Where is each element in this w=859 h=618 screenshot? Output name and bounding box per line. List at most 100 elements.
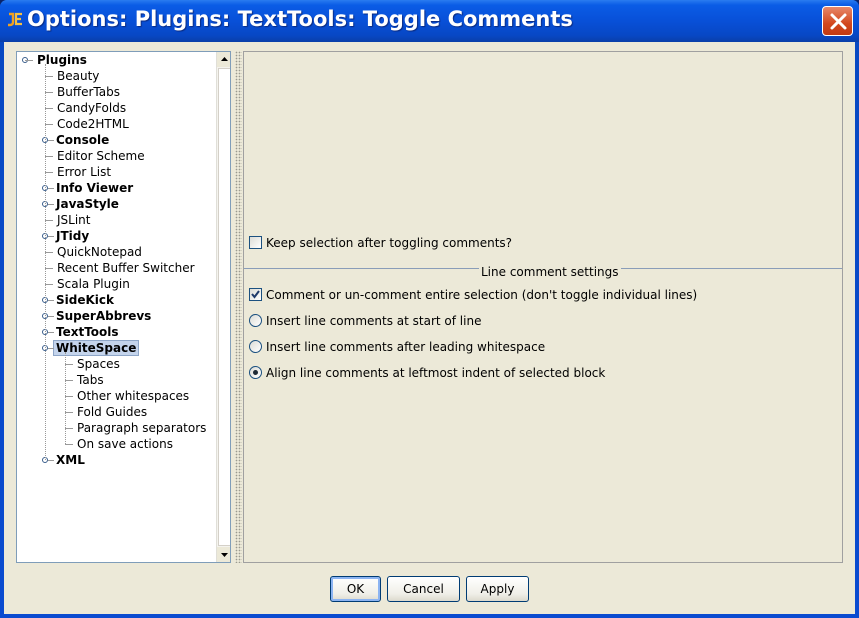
apply-button[interactable]: Apply bbox=[466, 576, 529, 602]
tree-node-label: Code2HTML bbox=[57, 117, 129, 131]
tree-connector bbox=[45, 220, 53, 221]
tree-node-label: Spaces bbox=[77, 357, 120, 371]
tree-connector bbox=[48, 460, 54, 461]
jedit-icon bbox=[8, 12, 22, 27]
tree-node-label: JTidy bbox=[56, 229, 90, 243]
arrow-up-icon bbox=[221, 57, 228, 61]
title-bar[interactable]: Options: Plugins: TextTools: Toggle Comm… bbox=[0, 0, 859, 42]
tree-node-label: Beauty bbox=[57, 69, 100, 83]
tree-connector bbox=[45, 92, 53, 93]
tree-node-label: Scala Plugin bbox=[57, 277, 130, 291]
tree-node-label: CandyFolds bbox=[57, 101, 127, 115]
tree-connector bbox=[65, 396, 73, 397]
tree-node-recent-buffer-switcher[interactable]: Recent Buffer Switcher bbox=[57, 260, 195, 276]
tree-connector bbox=[45, 108, 53, 109]
radio-start-of-line[interactable] bbox=[249, 314, 262, 327]
tree-trunk-line bbox=[45, 64, 46, 460]
tree-node-tabs[interactable]: Tabs bbox=[77, 372, 104, 388]
tree-node-sidekick[interactable]: SideKick bbox=[56, 292, 114, 308]
cancel-button[interactable]: Cancel bbox=[387, 576, 460, 602]
tree-node-fold-guides[interactable]: Fold Guides bbox=[77, 404, 147, 420]
tree-node-label: Recent Buffer Switcher bbox=[57, 261, 195, 275]
tree-node-code2html[interactable]: Code2HTML bbox=[57, 116, 129, 132]
tree-connector bbox=[48, 236, 54, 237]
tree-node-spaces[interactable]: Spaces bbox=[77, 356, 120, 372]
toggle-comments-options-panel: Keep selection after toggling comments? … bbox=[243, 51, 843, 563]
entire-selection-checkbox[interactable] bbox=[249, 288, 262, 301]
radio-align-leftmost-label[interactable]: Align line comments at leftmost indent o… bbox=[266, 366, 605, 380]
scroll-thumb[interactable] bbox=[218, 68, 230, 546]
tree-node-error-list[interactable]: Error List bbox=[57, 164, 111, 180]
tree-node-whitespace[interactable]: WhiteSpace bbox=[53, 340, 140, 356]
tree-connector bbox=[45, 172, 53, 173]
split-pane-divider[interactable] bbox=[235, 51, 242, 563]
tree-node-console[interactable]: Console bbox=[56, 132, 109, 148]
keep-selection-checkbox[interactable] bbox=[249, 236, 262, 249]
tree-node-label: QuickNotepad bbox=[57, 245, 142, 259]
tree-node-label: Fold Guides bbox=[77, 405, 148, 419]
radio-start-of-line-label[interactable]: Insert line comments at start of line bbox=[266, 314, 481, 328]
options-dialog: Options: Plugins: TextTools: Toggle Comm… bbox=[0, 0, 859, 618]
tree-node-other-whitespaces[interactable]: Other whitespaces bbox=[77, 388, 189, 404]
tree-connector bbox=[65, 364, 73, 365]
tree-connector bbox=[48, 140, 54, 141]
tree-connector bbox=[65, 380, 73, 381]
tree-connector bbox=[45, 284, 53, 285]
options-tree[interactable]: Plugins Beauty BufferTabs CandyFolds Code2HT… bbox=[17, 52, 216, 562]
tree-connector bbox=[48, 348, 54, 349]
ok-button[interactable]: OK bbox=[330, 576, 381, 602]
entire-selection-label[interactable]: Comment or un-comment entire selection (… bbox=[266, 288, 697, 302]
tree-node-label: Console bbox=[56, 133, 110, 147]
tree-connector bbox=[45, 252, 53, 253]
options-tree-panel: Plugins Beauty BufferTabs CandyFolds Code2HT… bbox=[16, 51, 231, 563]
tree-node-label: Paragraph separators bbox=[77, 421, 207, 435]
tree-connector bbox=[48, 300, 54, 301]
tree-node-editor-scheme[interactable]: Editor Scheme bbox=[57, 148, 145, 164]
tree-node-jtidy[interactable]: JTidy bbox=[56, 228, 89, 244]
scroll-down-button[interactable] bbox=[217, 547, 230, 562]
tree-node-label: Error List bbox=[57, 165, 112, 179]
radio-after-whitespace-label[interactable]: Insert line comments after leading white… bbox=[266, 340, 545, 354]
tree-node-buffertabs[interactable]: BufferTabs bbox=[57, 84, 120, 100]
tree-scrollbar[interactable] bbox=[216, 52, 230, 562]
tree-node-label: JavaStyle bbox=[56, 197, 119, 211]
tree-node-label: On save actions bbox=[77, 437, 173, 451]
tree-node-label: JSLint bbox=[57, 213, 91, 227]
tree-node-label: Editor Scheme bbox=[57, 149, 145, 163]
close-button[interactable] bbox=[822, 6, 853, 36]
tree-node-candyfolds[interactable]: CandyFolds bbox=[57, 100, 126, 116]
tree-connector bbox=[45, 268, 53, 269]
tree-node-quicknotepad[interactable]: QuickNotepad bbox=[57, 244, 142, 260]
tree-connector bbox=[48, 332, 54, 333]
tree-connector bbox=[65, 444, 73, 445]
radio-after-whitespace[interactable] bbox=[249, 340, 262, 353]
tree-node-superabbrevs[interactable]: SuperAbbrevs bbox=[56, 308, 151, 324]
tree-node-xml[interactable]: XML bbox=[56, 452, 85, 468]
dialog-client-area: Plugins Beauty BufferTabs CandyFolds Code2HT… bbox=[4, 42, 855, 614]
tree-branch-line bbox=[65, 352, 66, 444]
tree-node-texttools[interactable]: TextTools bbox=[56, 324, 119, 340]
arrow-down-icon bbox=[221, 553, 228, 557]
window-title: Options: Plugins: TextTools: Toggle Comm… bbox=[27, 7, 573, 31]
close-icon bbox=[830, 13, 847, 30]
tree-node-label: XML bbox=[56, 453, 85, 467]
tree-node-on-save-actions[interactable]: On save actions bbox=[77, 436, 173, 452]
checkmark-icon bbox=[251, 290, 260, 299]
tree-connector bbox=[65, 412, 73, 413]
tree-node-scala-plugin[interactable]: Scala Plugin bbox=[57, 276, 130, 292]
radio-selected-dot bbox=[253, 370, 258, 375]
tree-node-label: SideKick bbox=[56, 293, 114, 307]
tree-node-label: TextTools bbox=[56, 325, 119, 339]
tree-connector bbox=[25, 60, 33, 61]
tree-node-paragraph-separators[interactable]: Paragraph separators bbox=[77, 420, 206, 436]
tree-node-label: SuperAbbrevs bbox=[56, 309, 152, 323]
radio-align-leftmost[interactable] bbox=[249, 366, 262, 379]
tree-node-javastyle[interactable]: JavaStyle bbox=[56, 196, 119, 212]
tree-node-jslint[interactable]: JSLint bbox=[57, 212, 91, 228]
tree-node-info-viewer[interactable]: Info Viewer bbox=[56, 180, 133, 196]
keep-selection-label[interactable]: Keep selection after toggling comments? bbox=[266, 236, 512, 250]
tree-connector bbox=[48, 204, 54, 205]
tree-node-beauty[interactable]: Beauty bbox=[57, 68, 99, 84]
tree-node-label: Other whitespaces bbox=[77, 389, 190, 403]
scroll-up-button[interactable] bbox=[217, 52, 230, 67]
